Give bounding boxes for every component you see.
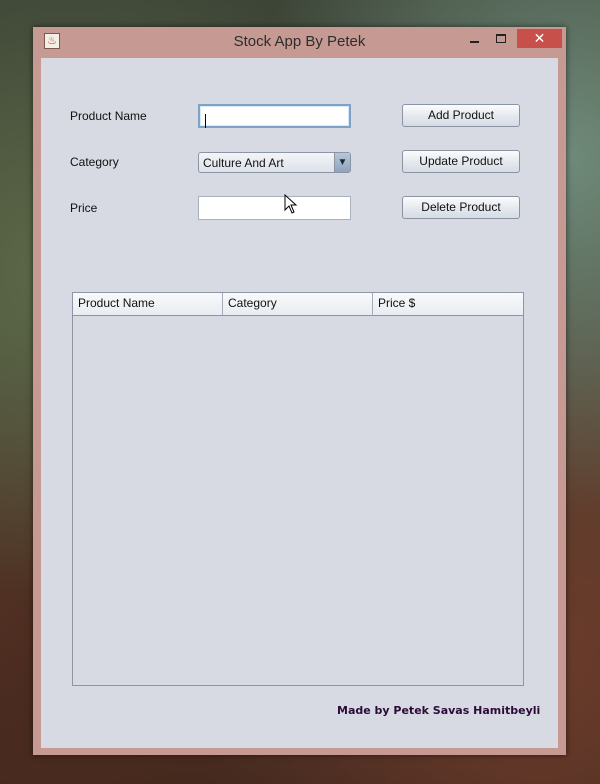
mouse-cursor-icon: [284, 194, 298, 214]
column-header-category[interactable]: Category: [223, 293, 373, 315]
table-header: Product Name Category Price $: [73, 293, 523, 316]
product-name-input[interactable]: [198, 104, 351, 128]
add-product-button[interactable]: Add Product: [402, 104, 520, 127]
price-label: Price: [70, 201, 98, 215]
delete-product-button[interactable]: Delete Product: [402, 196, 520, 219]
update-product-button[interactable]: Update Product: [402, 150, 520, 173]
dropdown-arrow-icon[interactable]: ▼: [334, 153, 350, 172]
maximize-icon[interactable]: [489, 29, 513, 49]
price-input[interactable]: [198, 196, 351, 220]
category-select[interactable]: Culture And Art ▼: [198, 152, 351, 173]
column-header-price[interactable]: Price $: [373, 293, 523, 315]
table-body[interactable]: [73, 316, 523, 685]
minimize-icon[interactable]: [463, 29, 487, 49]
author-credit: Made by Petek Savas Hamitbeyli: [337, 704, 541, 717]
category-selected-value: Culture And Art: [203, 156, 284, 170]
text-caret: [205, 114, 206, 128]
products-table[interactable]: Product Name Category Price $: [72, 292, 524, 686]
product-name-label: Product Name: [70, 109, 147, 123]
app-window: ♨ Stock App By Petek ✕ Product Name Cate…: [33, 27, 566, 755]
close-icon[interactable]: ✕: [517, 29, 562, 48]
column-header-product-name[interactable]: Product Name: [73, 293, 223, 315]
content-pane: Product Name Category Culture And Art ▼ …: [41, 58, 558, 748]
title-bar[interactable]: ♨ Stock App By Petek ✕: [33, 27, 566, 55]
category-label: Category: [70, 155, 119, 169]
